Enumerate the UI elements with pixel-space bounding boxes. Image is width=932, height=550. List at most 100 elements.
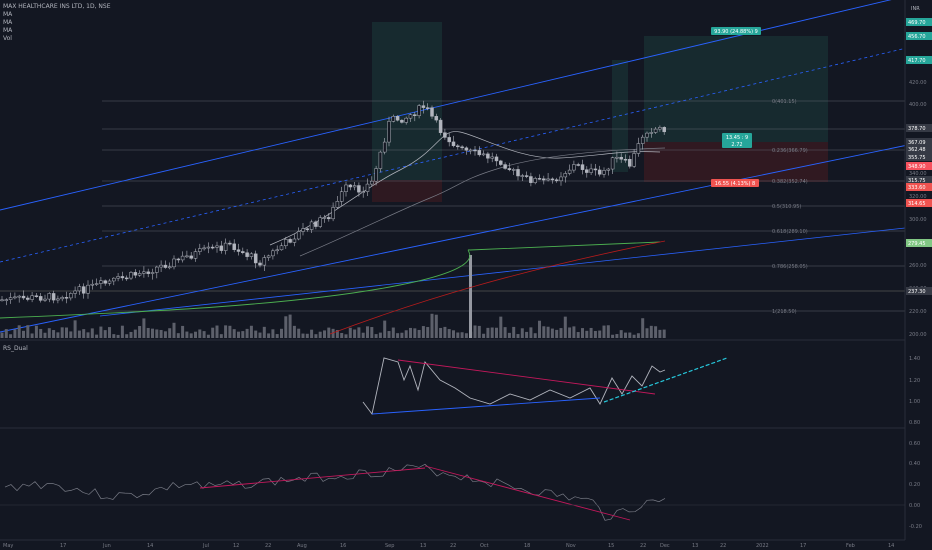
- volume-bar: [568, 327, 572, 338]
- rsi-support: [371, 397, 601, 415]
- volume-bar: [232, 329, 236, 338]
- candle-body: [554, 179, 559, 182]
- fib-label: 0.5(310.95): [772, 204, 801, 210]
- volume-bar: [400, 332, 404, 338]
- volume-bar: [542, 326, 546, 338]
- candle-body: [572, 164, 576, 171]
- volume-bar: [224, 325, 228, 338]
- candle-body: [292, 238, 297, 243]
- candle-body: [456, 145, 460, 148]
- candle-body: [499, 160, 503, 165]
- volume-spike: [469, 255, 472, 338]
- candle-body: [511, 169, 516, 171]
- indicator-ma-3[interactable]: MA: [3, 27, 111, 35]
- volume-bar: [378, 332, 382, 338]
- candle-body: [185, 255, 189, 258]
- volume-bar: [482, 333, 486, 338]
- candle-body: [159, 264, 163, 268]
- candle-body: [327, 217, 331, 220]
- candle-body: [64, 297, 69, 299]
- volume-bar: [581, 328, 584, 338]
- candle-body: [576, 164, 580, 166]
- candle-body: [344, 184, 348, 192]
- candle-body: [279, 245, 284, 251]
- candle-body: [202, 247, 206, 250]
- volume-bar: [125, 334, 129, 338]
- candle-body: [387, 121, 391, 143]
- candle-body: [602, 170, 606, 175]
- candle-body: [361, 191, 365, 193]
- osc-tick: -0.20: [909, 524, 922, 530]
- rsi-tick: 1.20: [909, 378, 920, 384]
- symbol-title[interactable]: MAX HEALTHCARE INS LTD, 1D, NSE: [3, 3, 111, 11]
- volume-bar: [576, 332, 580, 338]
- volume-bar: [22, 330, 25, 338]
- candle-body: [13, 296, 17, 299]
- volume-bar: [86, 332, 90, 338]
- candle-body: [189, 255, 193, 259]
- volume-bar: [254, 330, 258, 338]
- price-chart[interactable]: 0(401.15) 0.236(366.79) 0.382(352.74) 0.5(3…: [0, 0, 932, 550]
- candle-body: [305, 228, 310, 230]
- rsi-pane-label[interactable]: RS_Dual: [3, 345, 28, 352]
- volume-bar: [90, 328, 94, 338]
- volume-bar: [318, 331, 322, 338]
- volume-bar: [602, 325, 606, 338]
- volume-bar: [108, 327, 111, 338]
- candle-body: [167, 266, 172, 269]
- volume-bar: [112, 334, 116, 338]
- volume-bar: [189, 333, 193, 338]
- volume-bar: [146, 327, 150, 338]
- indicator-ma-2[interactable]: MA: [3, 19, 111, 27]
- volume-bar: [43, 332, 47, 338]
- candle-body: [124, 277, 129, 280]
- candle-body: [206, 246, 211, 249]
- candle-body: [658, 127, 662, 130]
- volume-bar: [34, 325, 38, 338]
- osc-support: [199, 467, 426, 489]
- price-tag: 378.70: [908, 126, 926, 132]
- candle-body: [116, 276, 120, 279]
- indicator-ma-1[interactable]: MA: [3, 11, 111, 19]
- candle-body: [404, 117, 408, 123]
- candle-body: [90, 283, 95, 286]
- rsi-tick: 1.40: [909, 356, 920, 362]
- candle-body: [198, 248, 202, 252]
- volume-bar: [241, 331, 245, 338]
- time-label: Jul: [202, 543, 209, 549]
- volume-bar: [593, 330, 597, 338]
- candle-body: [451, 141, 456, 147]
- candle-body: [606, 168, 611, 171]
- ma-red: [329, 240, 666, 335]
- volume-bar: [538, 320, 541, 338]
- oscillator-pane[interactable]: [0, 463, 905, 521]
- rsi-pane[interactable]: [362, 357, 728, 416]
- candle-body: [619, 156, 623, 160]
- candle-body: [146, 271, 150, 274]
- candle-body: [172, 258, 176, 268]
- candle-body: [434, 116, 439, 121]
- volume-bar: [129, 331, 133, 338]
- time-label: 13: [692, 543, 698, 549]
- candle-body: [266, 255, 271, 258]
- volume-bar: [69, 331, 73, 338]
- volume-bar: [404, 330, 408, 338]
- price-tag: 456.70: [908, 34, 926, 40]
- volume-bar: [305, 333, 309, 338]
- osc-tick: 0.40: [909, 461, 920, 467]
- candle-body: [120, 276, 125, 279]
- volume-bar: [151, 328, 154, 338]
- candle-body: [529, 176, 533, 183]
- volume-bar: [99, 326, 103, 338]
- candle-body: [662, 127, 666, 133]
- indicator-vol[interactable]: Vol: [3, 35, 111, 43]
- candle-body: [249, 253, 254, 257]
- candle-body: [365, 183, 370, 192]
- time-label: Dec: [660, 543, 670, 549]
- chart-window[interactable]: 0(401.15) 0.236(366.79) 0.382(352.74) 0.5(3…: [0, 0, 932, 550]
- price-tick: 200.00: [909, 332, 927, 338]
- volume-bar: [546, 326, 550, 338]
- candle-body: [636, 143, 641, 154]
- volume-bar: [589, 327, 593, 338]
- volume-bar: [662, 329, 666, 338]
